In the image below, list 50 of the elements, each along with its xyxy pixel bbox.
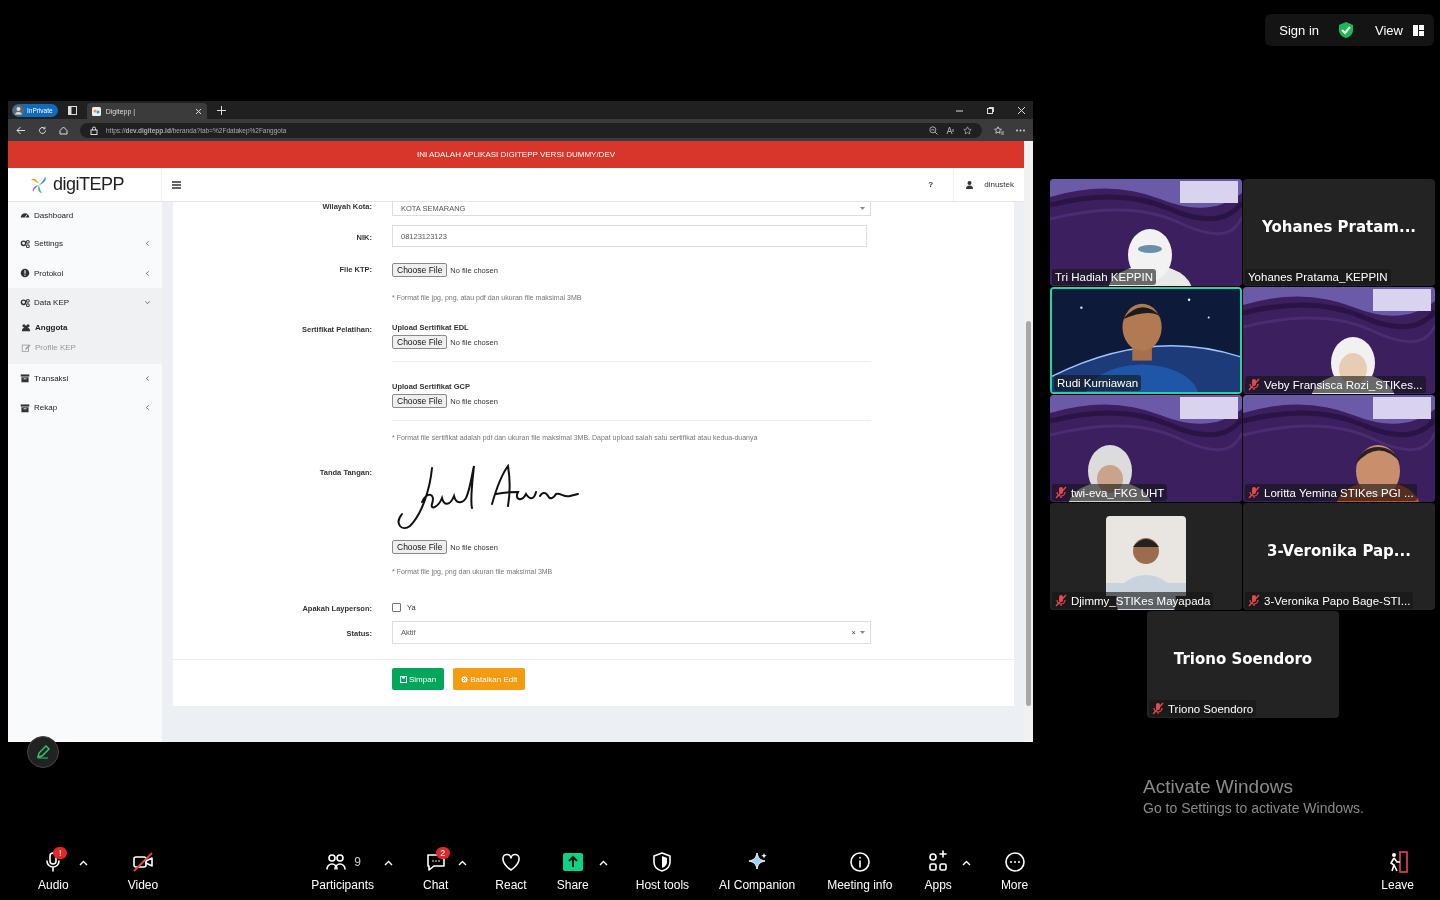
toolbar-button[interactable]: AI Companion	[713, 846, 802, 896]
participant-name: Veby Fransisca Rozi_STIKes...	[1264, 378, 1423, 391]
participant-name: Tri Hadiah KEPPIN	[1055, 271, 1153, 283]
choose-file-button[interactable]: Choose File	[392, 263, 448, 277]
sidebar-item[interactable]: Settings	[8, 229, 162, 259]
choose-file-button[interactable]: Choose File	[392, 335, 448, 349]
participant-name: Djimmy_STIKes Mayapada	[1071, 594, 1211, 607]
username[interactable]: dinustek	[984, 180, 1014, 189]
activation-text: Go to Settings to activate Windows.	[1143, 800, 1365, 816]
participant-tile[interactable]: Triono Soendoro Triono Soendoro	[1147, 611, 1339, 718]
participant-tile[interactable]: Yohanes Pratam... Yohanes Pratama_KEPPIN	[1243, 179, 1435, 286]
participant-name: twi-eva_FKG UHT	[1071, 486, 1165, 499]
toolbar-button[interactable]: React	[491, 846, 531, 896]
sidebar-item[interactable]: Dashboard	[8, 202, 162, 229]
sidebar-item[interactable]: Transaksi	[8, 363, 162, 393]
participant-tile[interactable]: 3-Veronika Pap... 3-Veronika Papo Bage-STI...	[1243, 503, 1435, 610]
choose-file-button[interactable]: Choose File	[392, 394, 448, 408]
notification-badge: !	[53, 847, 68, 859]
participant-title: 3-Veronika Pap...	[1267, 541, 1411, 560]
toolbar-button[interactable]: Host tools	[631, 846, 694, 896]
sign-in-link[interactable]: Sign in	[1279, 22, 1320, 38]
participant-name: Loritta Yemina STIKes PGI ...	[1264, 486, 1414, 499]
toolbar-button[interactable]: Apps	[918, 846, 958, 896]
activation-title: Activate Windows	[1143, 776, 1294, 798]
participant-name: Triono Soendoro	[1168, 702, 1254, 715]
submenu-item[interactable]: Anggota	[8, 317, 162, 338]
toolbar-button[interactable]: More	[994, 846, 1035, 896]
participant-count: 9	[354, 855, 361, 869]
toolbar-button[interactable]: 2 Chat	[417, 846, 455, 896]
sidebar-item[interactable]: Data KEP	[8, 288, 162, 318]
toolbar-button[interactable]: Video	[121, 846, 165, 896]
sidebar-item[interactable]: Rekap	[8, 393, 162, 423]
participant-tile[interactable]: Rudi Kurniawan	[1050, 287, 1242, 394]
app-logo-text: digiTEPP	[53, 174, 125, 195]
participant-name: Rudi Kurniawan	[1057, 377, 1139, 389]
toolbar-button[interactable]: Share	[550, 846, 595, 896]
toolbar-button[interactable]: Meeting info	[821, 846, 899, 896]
toolbar-button[interactable]: ! Audio	[32, 846, 75, 896]
participant-title: Triono Soendoro	[1173, 649, 1313, 668]
banner-text: INI ADALAH APLIKASI DIGITEPP VERSI DUMMY/DEV	[416, 150, 616, 159]
view-menu[interactable]: View	[1375, 22, 1403, 38]
participant-name: 3-Veronika Papo Bage-STI...	[1264, 594, 1411, 607]
participant-title: Yohanes Pratam...	[1261, 217, 1417, 236]
notification-badge: 2	[435, 847, 450, 859]
help-link[interactable]: ?	[908, 168, 955, 201]
sidebar-item[interactable]: Protokol	[8, 258, 162, 288]
choose-file-button[interactable]: Choose File	[392, 540, 448, 554]
leave-button[interactable]: Leave	[1375, 846, 1420, 896]
toolbar-button[interactable]: 9 Participants	[305, 846, 380, 896]
participant-name: Yohanes Pratama_KEPPIN	[1248, 271, 1388, 283]
